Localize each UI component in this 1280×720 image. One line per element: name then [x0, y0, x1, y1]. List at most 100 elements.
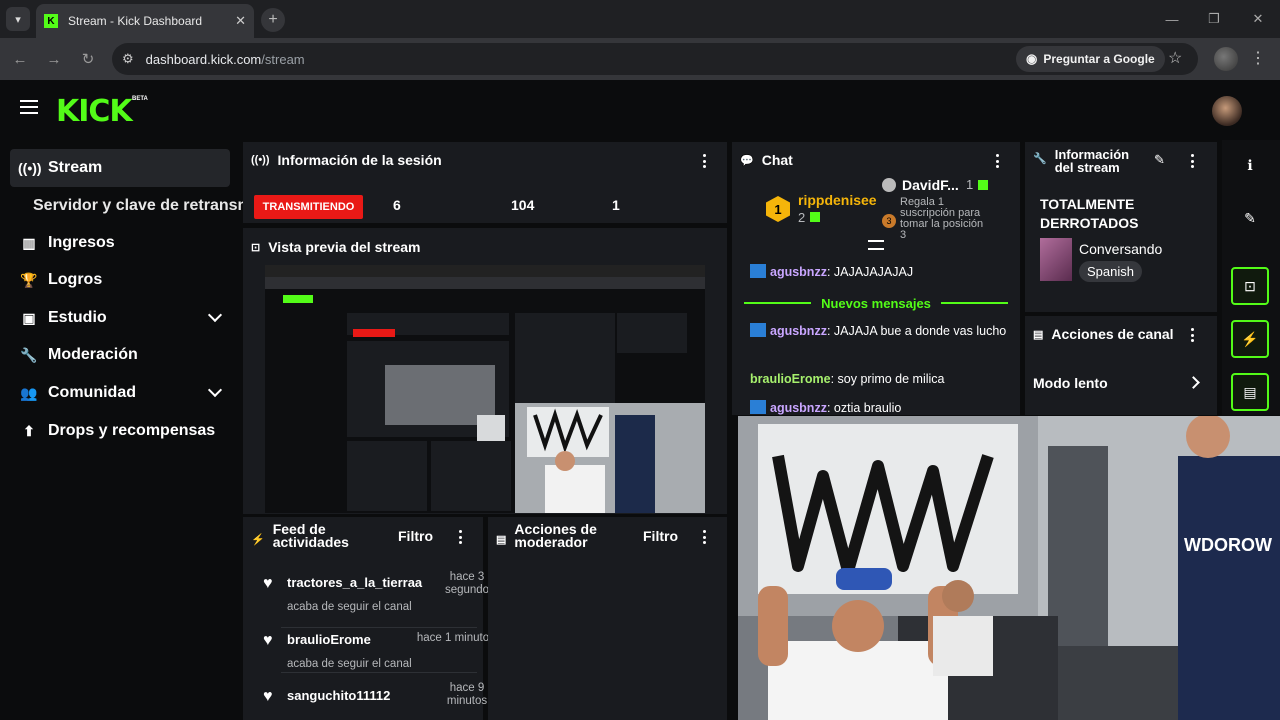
mod-actions-header: ▤ Acciones de moderador [496, 522, 604, 549]
activity-filter-button[interactable]: Filtro [398, 528, 433, 544]
user-avatar[interactable] [1212, 96, 1242, 126]
edit-pencil-icon[interactable]: ✎ [1231, 199, 1269, 237]
kick-badge-icon [750, 400, 766, 414]
site-settings-icon[interactable]: ⚙ [122, 51, 134, 67]
url-host: dashboard.kick.com [145, 51, 262, 67]
tab-search-button[interactable]: ▾ [6, 7, 30, 31]
new-messages-divider[interactable]: Nuevos mensajes [744, 294, 1008, 312]
panel-menu-icon[interactable] [996, 154, 1000, 168]
chat-username[interactable]: agusbnzz [770, 324, 827, 338]
url-path: /stream [261, 51, 305, 67]
second-gifter-name[interactable]: DavidF... [902, 177, 959, 193]
mod-filter-button[interactable]: Filtro [643, 528, 678, 544]
feed-username[interactable]: tractores_a_la_tierraa [287, 575, 422, 590]
chat-username[interactable]: agusbnzz [770, 401, 827, 415]
feed-action: acaba de seguir el canal [287, 658, 412, 670]
new-tab-button[interactable]: + [261, 8, 285, 32]
rank-1-badge: 1 [766, 196, 790, 222]
webcam-scene: WDOROW [738, 416, 1280, 720]
document-icon: ▤ [496, 534, 507, 546]
sidebar-item-ingresos[interactable]: ▥ Ingresos [10, 224, 230, 262]
sidebar-item-label: Ingresos [48, 234, 115, 251]
chat-text: : soy primo de milica [830, 372, 945, 386]
second-gifter-count: 1 [966, 177, 974, 192]
browser-tab-bar: ▾ K Stream - Kick Dashboard ✕ + — ❐ ✕ [0, 0, 1280, 38]
address-bar-row: ← → ↻ ⚙ dashboard.kick.com/stream ◉ Preg… [0, 38, 1280, 80]
expand-leaderboard-icon[interactable] [868, 240, 884, 250]
tab-title: Stream - Kick Dashboard [68, 14, 203, 28]
chevron-down-icon[interactable] [207, 307, 223, 323]
browser-profile-icon[interactable] [1214, 47, 1238, 71]
chat-bubble-icon: 💬 [740, 154, 754, 167]
document-icon[interactable]: ▤ [1231, 373, 1269, 411]
session-stat-viewers: 6 [393, 197, 401, 213]
panel-title: Vista previa del stream [268, 239, 421, 255]
feed-username[interactable]: braulioErome [287, 632, 371, 647]
session-stat-followers: 104 [511, 197, 535, 213]
chat-message: agusbnzz: JAJAJAJAJAJ [750, 262, 1012, 282]
chevron-right-icon[interactable] [1187, 376, 1200, 389]
stream-preview-video[interactable] [265, 265, 705, 513]
top-gifter-count: 2 [798, 210, 806, 225]
broadcast-icon: ((•)) [251, 154, 270, 166]
panel-menu-icon[interactable] [1191, 154, 1195, 168]
panel-menu-icon[interactable] [1191, 328, 1195, 342]
lightning-icon[interactable]: ⚡ [1231, 320, 1269, 358]
edit-pencil-icon[interactable]: ✎ [1154, 152, 1165, 168]
category-thumbnail[interactable] [1040, 238, 1072, 281]
chat-text: : JAJAJAJAJAJ [826, 265, 914, 279]
browser-menu-icon[interactable]: ⋮ [1250, 48, 1266, 68]
kick-badge-icon [750, 323, 766, 337]
preview-toggle-icon[interactable]: ⊡ [1231, 267, 1269, 305]
tab-close-icon[interactable]: ✕ [235, 13, 246, 29]
sidebar-item-label: Logros [48, 271, 103, 288]
minimize-button[interactable]: — [1150, 0, 1194, 38]
preview-icon: ⊡ [251, 241, 261, 254]
rank-3-badge: 3 [882, 214, 896, 228]
broadcast-icon: ((•)) [18, 160, 42, 176]
chat-username[interactable]: braulioErome [750, 372, 831, 386]
sidebar-item-stream[interactable]: ((•)) Stream [10, 149, 230, 187]
right-rail: ℹ ✎ ⊡ ⚡ ▤ [1222, 140, 1280, 415]
session-stat-subs: 1 [612, 197, 620, 213]
kick-logo[interactable]: KICK [56, 94, 133, 129]
reload-icon[interactable]: ↻ [77, 48, 99, 70]
window-close-button[interactable]: ✕ [1236, 0, 1280, 38]
chevron-down-icon[interactable] [207, 382, 223, 398]
ask-google-button[interactable]: ◉ Preguntar a Google [1016, 46, 1165, 72]
top-gifter-name[interactable]: rippdenisee [798, 192, 877, 208]
slow-mode-label[interactable]: Modo lento [1033, 375, 1108, 391]
webcam-overlay-video: WDOROW [738, 416, 1280, 720]
sidebar-item-logros[interactable]: 🏆 Logros [10, 261, 230, 299]
chat-username[interactable]: agusbnzz [770, 265, 827, 279]
browser-tab[interactable]: K Stream - Kick Dashboard ✕ [36, 4, 254, 38]
bookmark-star-icon[interactable]: ☆ [1168, 48, 1182, 68]
back-arrow-icon[interactable]: ← [9, 48, 31, 70]
rank-2-badge [882, 178, 896, 192]
drops-icon: ⬆ [23, 422, 35, 439]
category-name[interactable]: Conversando [1079, 241, 1162, 257]
sidebar-subitem-server-key[interactable]: Servidor y clave de retransm [33, 197, 252, 215]
sidebar-item-estudio[interactable]: ▣ Estudio [10, 299, 230, 337]
maximize-button[interactable]: ❐ [1192, 0, 1236, 38]
beta-label: BETA [132, 96, 148, 102]
panel-menu-icon[interactable] [459, 530, 463, 544]
panel-menu-icon[interactable] [703, 154, 707, 168]
channel-actions-panel: ▤ Acciones de canal Modo lento [1025, 316, 1217, 415]
sidebar-item-comunidad[interactable]: 👥 Comunidad [10, 374, 230, 412]
feed-action: acaba de seguir el canal [287, 601, 412, 613]
sidebar-item-moderacion[interactable]: 🔧 Moderación [10, 336, 230, 374]
trophy-icon: 🏆 [20, 271, 38, 288]
panel-menu-icon[interactable] [703, 530, 707, 544]
info-icon[interactable]: ℹ [1231, 146, 1269, 184]
feed-username[interactable]: sanguchito11112 [287, 688, 390, 703]
studio-icon: ▣ [22, 309, 36, 326]
sidebar-item-drops[interactable]: ⬆ Drops y recompensas [10, 412, 230, 450]
session-info-header: ((•)) Información de la sesión [251, 152, 442, 168]
hamburger-menu-icon[interactable] [20, 100, 38, 114]
forward-arrow-icon[interactable]: → [43, 48, 65, 70]
feed-divider [281, 627, 477, 628]
bar-chart-icon: ▥ [22, 234, 36, 251]
channel-icon: ▤ [1033, 328, 1044, 341]
mod-actions-panel: ▤ Acciones de moderador Filtro [488, 517, 727, 720]
